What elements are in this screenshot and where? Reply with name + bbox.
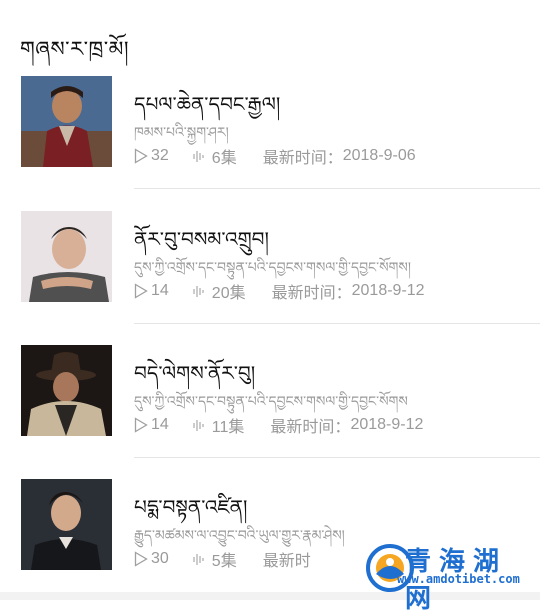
play-icon — [134, 417, 148, 433]
album-cover[interactable] — [21, 345, 112, 436]
album-cover[interactable] — [21, 479, 112, 570]
singer-photo — [21, 76, 112, 167]
episodes-group: 6集 — [192, 144, 237, 168]
watermark-url: www.amdotibet.com — [397, 572, 520, 586]
updated-label: 最新时间： — [262, 150, 343, 167]
album-item[interactable]: བདེ་ལེགས་ནོར་བུ། དུས་ཀྱི་འགྲོས་དང་བསྟུན་… — [0, 345, 540, 479]
play-icon — [134, 551, 148, 567]
episodes-count: 5集 — [211, 553, 237, 570]
episodes-icon — [193, 286, 204, 297]
singer-photo — [21, 345, 112, 436]
album-meta: 14 20集 最新时间： 2018-9-12 — [134, 279, 425, 303]
item-divider — [134, 323, 540, 324]
album-meta: 30 5集 最新时 — [134, 547, 311, 571]
item-divider — [134, 457, 540, 458]
plays-count: 14 — [151, 282, 169, 299]
singer-photo — [21, 479, 112, 570]
updated-date: 2018-9-12 — [351, 282, 425, 299]
plays-count: 30 — [151, 550, 169, 567]
album-item[interactable]: དཔལ་ཆེན་དབང་རྒྱལ། ཁམས་པའི་སྐྱག་ཤར། 32 6集… — [0, 76, 540, 210]
episodes-icon — [193, 420, 204, 431]
updated-label: 最新时间： — [271, 285, 352, 302]
plays-count: 14 — [151, 416, 169, 433]
episodes-count: 6集 — [211, 150, 237, 167]
play-icon — [134, 283, 148, 299]
episodes-group: 11集 — [192, 413, 245, 437]
plays-count-group: 30 — [134, 550, 169, 568]
plays-count-group: 32 — [134, 147, 169, 165]
episodes-group: 20集 — [192, 279, 246, 303]
updated-label: 最新时间： — [270, 419, 351, 436]
episodes-icon — [193, 151, 204, 162]
album-meta: 14 11集 最新时间： 2018-9-12 — [134, 413, 423, 437]
album-cover[interactable] — [21, 211, 112, 302]
episodes-count: 11集 — [211, 419, 245, 436]
episodes-icon — [193, 554, 204, 565]
plays-count-group: 14 — [134, 282, 169, 300]
play-icon — [134, 148, 148, 164]
updated-label: 最新时 — [262, 553, 311, 570]
album-cover[interactable] — [21, 76, 112, 167]
episodes-count: 20集 — [211, 285, 246, 302]
updated-date: 2018-9-12 — [350, 416, 424, 433]
album-meta: 32 6集 最新时间： 2018-9-06 — [134, 144, 416, 168]
episodes-group: 5集 — [192, 547, 237, 571]
album-item[interactable]: ནོར་བུ་བསམ་འགྲུབ། དུས་ཀྱི་འགྲོས་དང་བསྟུན… — [0, 211, 540, 345]
singer-photo — [21, 211, 112, 302]
updated-date: 2018-9-06 — [342, 147, 416, 164]
plays-count-group: 14 — [134, 416, 169, 434]
plays-count: 32 — [151, 147, 169, 164]
item-divider — [134, 188, 540, 189]
